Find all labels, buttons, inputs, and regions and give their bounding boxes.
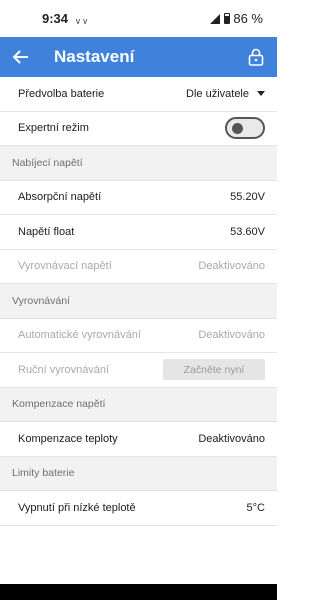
battery-percent: 86 % xyxy=(233,11,263,26)
temperature-compensation-row[interactable]: Kompenzace teploty Deaktivováno xyxy=(0,422,277,457)
system-nav-bar xyxy=(0,584,277,600)
low-temp-cutoff-value: 5°C xyxy=(246,501,265,514)
float-voltage-value: 53.60V xyxy=(230,225,265,238)
section-charge-voltages: Nabíjecí napětí xyxy=(0,146,277,181)
section-voltage-compensation: Kompenzace napětí xyxy=(0,387,277,422)
equalization-voltage-row: Vyrovnávací napětí Deaktivováno xyxy=(0,249,277,284)
battery-preset-label: Předvolba baterie xyxy=(18,87,105,100)
auto-equalization-value: Deaktivováno xyxy=(198,329,265,342)
caret-down-icon xyxy=(257,91,265,97)
temperature-compensation-label: Kompenzace teploty xyxy=(18,432,118,445)
signal-icon xyxy=(210,13,221,24)
low-temp-cutoff-label: Vypnutí při nízké teplotě xyxy=(18,501,136,514)
toggle-knob xyxy=(232,122,243,134)
back-arrow-icon[interactable] xyxy=(10,46,32,68)
expert-mode-label: Expertní režim xyxy=(18,122,89,135)
absorption-voltage-value: 55.20V xyxy=(230,191,265,204)
lock-icon[interactable] xyxy=(245,46,267,68)
auto-equalization-row: Automatické vyrovnávání Deaktivováno xyxy=(0,318,277,353)
battery-preset-value: Dle uživatele xyxy=(186,87,249,100)
battery-preset-dropdown[interactable]: Dle uživatele xyxy=(186,88,265,100)
equalization-voltage-label: Vyrovnávací napětí xyxy=(18,260,112,273)
app-bar: Nastavení xyxy=(0,37,277,77)
absorption-voltage-row[interactable]: Absorpční napětí 55.20V xyxy=(0,180,277,215)
temperature-compensation-value: Deaktivováno xyxy=(198,432,265,445)
low-temp-cutoff-row[interactable]: Vypnutí při nízké teplotě 5°C xyxy=(0,491,277,526)
battery-preset-row[interactable]: Předvolba baterie Dle uživatele xyxy=(0,77,277,112)
expert-mode-toggle[interactable] xyxy=(225,117,265,140)
equalization-voltage-value: Deaktivováno xyxy=(198,260,265,273)
manual-equalization-row: Ruční vyrovnávání Začněte nyní xyxy=(0,353,277,388)
status-time: 9:34 xyxy=(42,11,69,26)
auto-equalization-label: Automatické vyrovnávání xyxy=(18,329,141,342)
section-equalization: Vyrovnávání xyxy=(0,284,277,319)
status-bar: 9:34 ᵥ ᵥ 86 % xyxy=(0,0,277,37)
section-battery-limits: Limity baterie xyxy=(0,456,277,491)
expert-mode-row: Expertní režim xyxy=(0,111,277,146)
start-now-button[interactable]: Začněte nyní xyxy=(163,359,265,381)
battery-icon xyxy=(224,13,231,24)
page-title: Nastavení xyxy=(54,47,135,66)
float-voltage-row[interactable]: Napětí float 53.60V xyxy=(0,215,277,250)
manual-equalization-label: Ruční vyrovnávání xyxy=(18,363,110,376)
notification-icons: ᵥ ᵥ xyxy=(76,11,88,26)
absorption-voltage-label: Absorpční napětí xyxy=(18,191,102,204)
float-voltage-label: Napětí float xyxy=(18,225,75,238)
